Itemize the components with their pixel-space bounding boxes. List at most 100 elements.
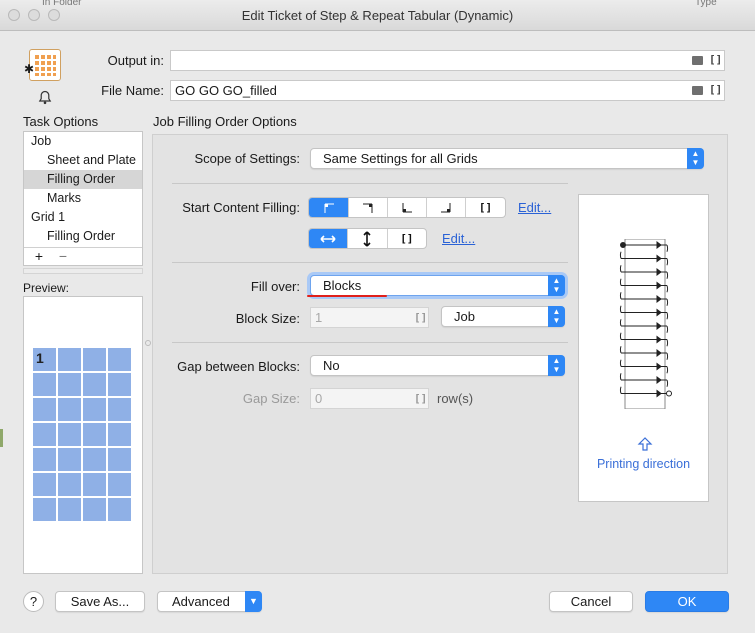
preview-cell	[108, 473, 131, 496]
tree-item-sheet-and-plate[interactable]: Sheet and Plate	[24, 151, 142, 170]
file-name-field[interactable]: GO GO GO_filled	[170, 80, 725, 101]
preview-cell	[58, 348, 81, 371]
preview-cell	[33, 498, 56, 521]
ok-button[interactable]: OK	[645, 591, 729, 612]
variable-bracket-icon[interactable]: []	[709, 83, 722, 96]
splitter-handle[interactable]	[145, 340, 151, 346]
file-name-label: File Name:	[101, 83, 164, 98]
fill-turn-left	[619, 332, 622, 340]
remove-button[interactable]: −	[52, 248, 74, 265]
variable-bracket-icon[interactable]: []	[414, 311, 427, 324]
fill-arrow	[656, 335, 662, 344]
block-size-label: Block Size:	[235, 311, 300, 326]
start-top-right-option[interactable]	[349, 198, 388, 217]
fill-over-select[interactable]: Blocks ▲ ▼	[310, 275, 565, 296]
edit-start-link[interactable]: Edit...	[518, 200, 551, 215]
preview-cell-number: 1	[36, 350, 44, 366]
gap-blocks-value: No	[323, 358, 340, 373]
preview-panel: 1	[23, 296, 143, 574]
fill-arrow	[656, 389, 662, 398]
block-size-field[interactable]: 1	[310, 307, 429, 328]
tree-item-marks[interactable]: Marks	[24, 189, 142, 208]
start-top-left-option[interactable]	[309, 198, 349, 217]
gap-blocks-select[interactable]: No ▲ ▼	[310, 355, 565, 376]
preview-cell	[83, 348, 106, 371]
fill-turn-right	[666, 258, 669, 266]
start-bottom-right-option[interactable]	[427, 198, 466, 217]
preview-cell	[83, 473, 106, 496]
chevron-updown-icon: ▲ ▼	[548, 355, 565, 376]
fill-turn-left	[619, 251, 622, 259]
cancel-button[interactable]: Cancel	[549, 591, 633, 612]
tree-item-grid-1[interactable]: Grid 1	[24, 208, 142, 227]
fill-turn-left	[619, 386, 622, 394]
edit-direction-link[interactable]: Edit...	[442, 231, 475, 246]
tree-item-job-filling-order[interactable]: Filling Order	[24, 170, 142, 189]
corner-bottom-left-icon	[402, 202, 412, 212]
fill-turn-right	[666, 298, 669, 306]
direction-selector[interactable]: []	[308, 228, 427, 249]
fill-arrow	[656, 295, 662, 303]
divider	[172, 262, 568, 263]
chevron-down-icon[interactable]: ▼	[245, 591, 262, 612]
fill-end-dot	[666, 390, 672, 397]
preview-cell	[33, 423, 56, 446]
fill-turn-right	[666, 379, 669, 387]
preview-cell	[58, 423, 81, 446]
output-in-field[interactable]	[170, 50, 725, 71]
start-variable-option[interactable]: []	[466, 198, 505, 217]
fill-turn-right	[666, 366, 669, 374]
direction-horizontal-option[interactable]	[309, 229, 349, 248]
gap-size-field[interactable]: 0	[310, 388, 429, 409]
preview-cell	[33, 448, 56, 471]
preview-cell	[58, 498, 81, 521]
fill-arrow	[656, 241, 662, 249]
fill-turn-right	[666, 271, 669, 279]
folder-icon[interactable]	[692, 86, 703, 95]
folder-icon[interactable]	[692, 56, 703, 65]
filling-order-diagram: Printing direction	[578, 194, 709, 502]
fill-turn-left	[619, 346, 622, 354]
fill-arrow	[656, 268, 662, 276]
preview-cell	[108, 423, 131, 446]
bell-icon[interactable]	[38, 90, 52, 108]
advanced-label: Advanced	[172, 594, 230, 609]
fill-turn-left	[619, 278, 622, 286]
preview-cell	[58, 398, 81, 421]
block-unit-select[interactable]: Job ▲ ▼	[441, 306, 565, 327]
variable-bracket-icon[interactable]: []	[709, 53, 722, 66]
fill-turn-right	[666, 352, 669, 360]
tree-item-grid-filling-order[interactable]: Filling Order	[24, 227, 142, 246]
add-button[interactable]: +	[28, 248, 50, 265]
output-in-label: Output in:	[107, 53, 164, 68]
fill-arrow	[656, 322, 662, 330]
scope-select[interactable]: Same Settings for all Grids ▲ ▼	[310, 148, 704, 169]
variable-bracket-icon[interactable]: []	[414, 392, 427, 405]
tree-item-job[interactable]: Job	[24, 132, 142, 151]
help-button[interactable]: ?	[23, 591, 44, 612]
start-filling-label: Start Content Filling:	[182, 200, 300, 215]
save-as-button[interactable]: Save As...	[55, 591, 145, 612]
advanced-button[interactable]: Advanced ▼	[157, 591, 262, 612]
fill-turn-right	[666, 285, 669, 293]
corner-bottom-right-icon	[441, 202, 451, 212]
fill-turn-left	[619, 305, 622, 313]
filling-path-diagram	[619, 239, 672, 409]
preview-cell	[58, 448, 81, 471]
splitter[interactable]	[23, 268, 143, 274]
direction-variable-option[interactable]: []	[388, 229, 426, 248]
corner-top-left-icon	[324, 203, 334, 213]
start-corner-selector[interactable]: []	[308, 197, 506, 218]
start-bottom-left-option[interactable]	[388, 198, 427, 217]
chevron-updown-icon: ▲ ▼	[548, 306, 565, 327]
fill-turn-left	[619, 292, 622, 300]
direction-vertical-option[interactable]	[348, 229, 388, 248]
scope-label: Scope of Settings:	[194, 151, 300, 166]
preview-cell	[83, 423, 106, 446]
asterisk-icon: ✱	[24, 62, 35, 76]
fill-arrow	[656, 281, 662, 290]
block-unit-value: Job	[454, 309, 475, 324]
scope-value: Same Settings for all Grids	[323, 151, 478, 166]
gap-size-label: Gap Size:	[242, 391, 300, 406]
divider	[172, 342, 568, 343]
